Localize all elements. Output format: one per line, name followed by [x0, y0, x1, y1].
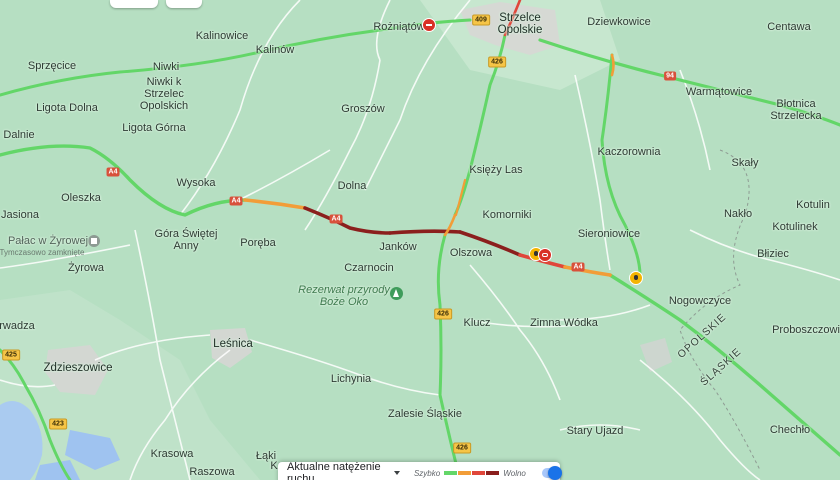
poi-palace-name[interactable]: Pałac w Żyrowej: [8, 235, 88, 247]
traffic-mode-label: Aktualne natężenie ruchu: [287, 461, 381, 480]
place-rwadza: rwadza: [0, 320, 35, 332]
place-kotulinek: Kotulinek: [772, 221, 818, 233]
place-jankow: Janków: [379, 241, 417, 253]
place-k: K: [270, 460, 278, 472]
place-zdzieszowice: Zdzieszowice: [43, 362, 113, 374]
legend-slow-label: Wolno: [503, 468, 526, 478]
traffic-control-bar: Aktualne natężenie ruchu Szybko Wolno: [278, 461, 562, 480]
traffic-mode-select[interactable]: Aktualne natężenie ruchu: [278, 461, 400, 480]
place-niwki: Niwki: [152, 61, 180, 73]
road-closure-marker[interactable]: [422, 18, 436, 32]
place-centawa: Centawa: [767, 21, 811, 33]
road-shield-423: 423: [49, 418, 67, 430]
traffic-layer-toggle[interactable]: [541, 466, 562, 480]
road-shield-a4-west: A4: [106, 167, 120, 177]
place-jasiona: Jasiona: [1, 209, 39, 221]
road-shield-a4-jankow: A4: [329, 214, 343, 224]
place-bliziec: Błiziec: [757, 248, 789, 260]
place-wysoka: Wysoka: [176, 177, 216, 189]
place-krasowa: Krasowa: [150, 448, 194, 460]
place-chechlo: Chechło: [769, 424, 811, 436]
place-gora-swietej-anny: Góra Świętej Anny: [154, 228, 218, 252]
place-stary-ujazd: Stary Ujazd: [566, 425, 624, 437]
traffic-map[interactable]: Rożniątów Strzelce Opolskie Dziewkowice …: [0, 0, 840, 480]
place-olszowa: Olszowa: [449, 247, 493, 259]
place-dalnie: Dalnie: [3, 129, 35, 141]
place-zyrowa: Żyrowa: [67, 262, 105, 274]
road-shield-426-north: 426: [488, 56, 506, 68]
place-ksiezy-las: Księży Las: [469, 164, 523, 176]
legend-swatch-fast: [444, 471, 458, 475]
place-ligota-gorna: Ligota Górna: [122, 122, 186, 134]
poi-palace-status: Tymczasowo zamknięte: [0, 248, 85, 257]
legend-fast-label: Szybko: [413, 468, 441, 478]
place-kaczorownia: Kaczorownia: [597, 146, 661, 158]
place-klucz: Klucz: [463, 317, 491, 329]
road-shield-409: 409: [472, 14, 490, 26]
top-control-right[interactable]: [166, 0, 202, 8]
legend-swatch-very-slow: [486, 471, 500, 475]
toggle-knob[interactable]: [548, 466, 562, 480]
place-kotulin: Kotulin: [796, 199, 830, 211]
place-zalesie-slaskie: Zalesie Śląskie: [388, 408, 462, 420]
place-strzelce-opolskie: Strzelce Opolskie: [497, 12, 543, 36]
place-raszowa: Raszowa: [189, 466, 235, 478]
road-shield-425: 425: [2, 349, 20, 361]
place-skaly: Skały: [731, 157, 759, 169]
road-shield-426-bottom: 426: [453, 442, 471, 454]
place-lesnica: Leśnica: [213, 338, 253, 350]
poi-nature-reserve[interactable]: Rezerwat przyrody Boże Oko: [298, 284, 390, 308]
place-naklo: Nakło: [723, 208, 753, 220]
nature-reserve-icon[interactable]: [390, 287, 403, 300]
place-kalinow: Kalinów: [255, 44, 295, 56]
place-rozniatow: Rożniątów: [373, 21, 425, 33]
place-niwki-k: Niwki k Strzelec Opolskich: [139, 76, 189, 112]
roadworks-marker-sieroniowice[interactable]: [629, 271, 643, 285]
place-sieroniowice: Sieroniowice: [577, 228, 641, 240]
place-kalinowice: Kalinowice: [195, 30, 249, 42]
place-poreba: Poręba: [240, 237, 276, 249]
dropdown-arrow-icon: [393, 471, 400, 475]
road-shield-a4-center: A4: [229, 196, 243, 206]
place-ligota-dolna: Ligota Dolna: [36, 102, 98, 114]
place-nogowczyce: Nogowczyce: [668, 295, 732, 307]
palace-icon[interactable]: [88, 235, 100, 247]
road-shield-426-south: 426: [434, 308, 452, 320]
road-shield-94: 94: [664, 71, 676, 81]
incident-marker-a4[interactable]: [538, 248, 552, 262]
place-lichynia: Lichynia: [330, 373, 372, 385]
place-sprzecice: Sprzęcice: [27, 60, 77, 72]
traffic-legend: Szybko Wolno: [414, 469, 526, 478]
road-shield-a4-east: A4: [571, 262, 585, 272]
legend-swatch-slow: [472, 471, 486, 475]
place-dziewkowice: Dziewkowice: [587, 16, 651, 28]
legend-swatch-medium: [458, 471, 472, 475]
place-blotnica: Błotnica Strzelecka: [770, 98, 822, 122]
place-proboszczowice: Proboszczowi: [772, 324, 840, 336]
place-dolna: Dolna: [337, 180, 367, 192]
place-zimna-wodka: Zimna Wódka: [530, 317, 598, 329]
place-czarnocin: Czarnocin: [344, 262, 394, 274]
top-control-left[interactable]: [110, 0, 158, 8]
place-groszow: Groszów: [341, 103, 385, 115]
place-komorniki: Komorniki: [482, 209, 532, 221]
place-warmatowice: Warmątowice: [685, 86, 753, 98]
place-oleszka: Oleszka: [61, 192, 101, 204]
